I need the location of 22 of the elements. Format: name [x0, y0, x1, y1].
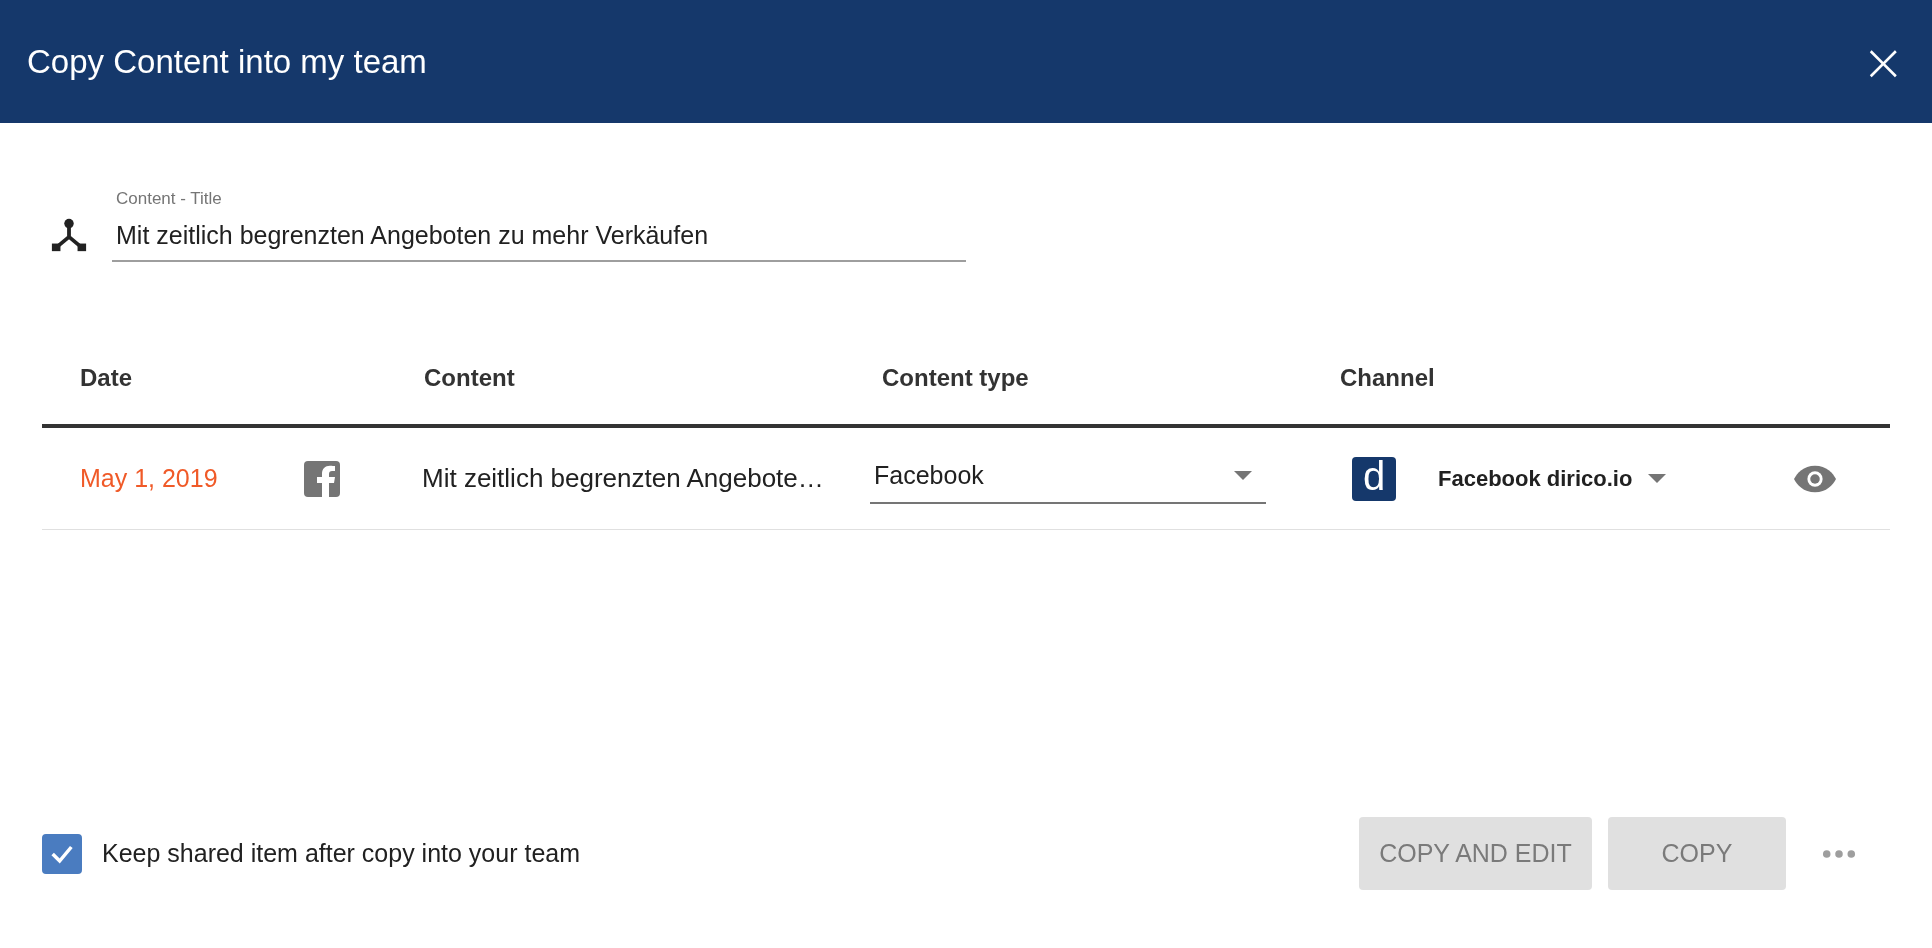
channel-dropdown[interactable]: Facebook dirico.io [1438, 465, 1667, 492]
field-label: Content - Title [116, 189, 223, 209]
column-header: Content type [882, 364, 1030, 392]
caret-icon [1648, 474, 1667, 483]
column-header: Channel [1340, 364, 1435, 392]
dialog-title: Copy Content into my team [27, 42, 427, 81]
branch-icon [50, 216, 88, 254]
column-header: Date [79, 364, 134, 392]
checkbox-label: Keep shared item after copy into your team [102, 839, 581, 868]
content-type-dropdown[interactable]: Facebook [870, 453, 1266, 504]
title-field[interactable]: Content - Title Mit zeitlich begrenzten Angeboten zu mehr Verkäufen [112, 189, 966, 262]
more-icon[interactable] [1822, 848, 1856, 859]
caret-icon [1234, 471, 1252, 480]
facebook-icon [304, 460, 340, 497]
eye-icon[interactable] [1794, 464, 1837, 493]
content-cell-text: Mit zeitlich begrenzten Angebote… [422, 463, 825, 494]
close-button[interactable]: × [1861, 35, 1905, 88]
column-header: Content [424, 364, 516, 392]
checkbox[interactable] [42, 833, 82, 874]
channel-logo: d [1352, 456, 1396, 501]
field-value: Mit zeitlich begrenzten Angeboten zu mehr Verkäufen [116, 221, 710, 250]
date-cell-text: May 1, 2019 [79, 464, 219, 493]
